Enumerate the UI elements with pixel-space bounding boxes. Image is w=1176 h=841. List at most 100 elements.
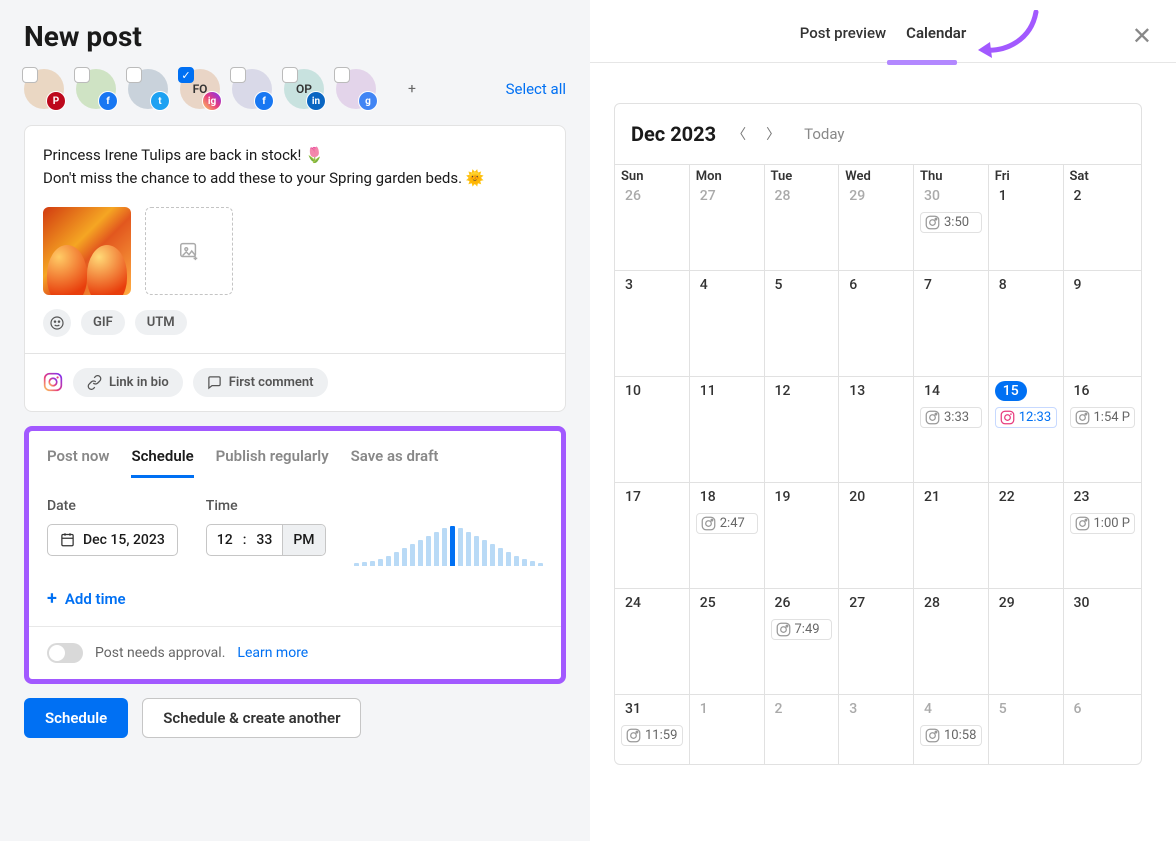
gif-chip[interactable]: GIF [81, 310, 125, 335]
calendar-cell[interactable]: 5 [765, 270, 840, 376]
calendar-cell[interactable]: 4 [690, 270, 765, 376]
calendar-cell[interactable]: 28 [914, 588, 989, 694]
calendar-cell[interactable]: 3 [839, 694, 914, 764]
tab-save-as-draft[interactable]: Save as draft [351, 447, 439, 478]
calendar-event[interactable]: 10:58 [920, 725, 982, 746]
calendar-event[interactable]: 11:59 [621, 725, 683, 746]
calendar-prev-button[interactable]: 〈 [728, 120, 750, 148]
chart-bar [370, 561, 375, 566]
calendar-cell[interactable]: 9 [1064, 270, 1142, 376]
calendar-cell[interactable]: 161:54 P [1064, 376, 1142, 482]
time-input[interactable]: 12 : 33 PM [206, 524, 326, 556]
calendar-cell[interactable]: Tue28 [765, 164, 840, 270]
schedule-button[interactable]: Schedule [24, 698, 128, 738]
calendar-cell[interactable]: 231:00 P [1064, 482, 1142, 588]
date-input[interactable]: Dec 15, 2023 [47, 524, 178, 556]
calendar-cell[interactable]: Sat2 [1064, 164, 1142, 270]
learn-more-link[interactable]: Learn more [237, 645, 308, 661]
account-checkbox[interactable] [22, 67, 38, 83]
utm-chip[interactable]: UTM [135, 310, 187, 335]
calendar-next-button[interactable]: 〉 [762, 120, 784, 148]
calendar-cell[interactable]: 20 [839, 482, 914, 588]
calendar-cell[interactable]: 12 [765, 376, 840, 482]
calendar-event[interactable]: 1:00 P [1070, 513, 1136, 534]
calendar-cell[interactable]: Sun26 [615, 164, 690, 270]
calendar-event[interactable]: 3:50 [920, 212, 982, 233]
tab-post-preview[interactable]: Post preview [800, 24, 886, 56]
add-account-button[interactable]: + [392, 69, 432, 109]
calendar-cell[interactable]: 27 [839, 588, 914, 694]
account-avatar[interactable]: FO✓ig [180, 69, 220, 109]
first-comment-button[interactable]: First comment [193, 368, 328, 397]
calendar-cell[interactable]: 29 [989, 588, 1064, 694]
account-checkbox[interactable]: ✓ [178, 67, 194, 83]
composer-text[interactable]: Princess Irene Tulips are back in stock!… [25, 126, 565, 207]
account-checkbox[interactable] [282, 67, 298, 83]
calendar-cell[interactable]: 5 [989, 694, 1064, 764]
calendar-cell[interactable]: 3111:59 [615, 694, 690, 764]
account-avatar[interactable]: g [336, 69, 376, 109]
calendar-cell[interactable]: 3 [615, 270, 690, 376]
calendar-cell[interactable]: 182:47 [690, 482, 765, 588]
calendar-event[interactable]: 2:47 [696, 513, 758, 534]
event-time: 7:49 [795, 622, 820, 637]
calendar-cell[interactable]: 21 [914, 482, 989, 588]
account-avatar[interactable]: f [232, 69, 272, 109]
calendar-cell[interactable]: 1512:33 [989, 376, 1064, 482]
account-avatar[interactable]: f [76, 69, 116, 109]
calendar-dow: Tue [771, 169, 833, 186]
time-ampm[interactable]: PM [282, 525, 324, 555]
approval-toggle[interactable] [47, 643, 83, 663]
calendar-cell[interactable]: Thu303:50 [914, 164, 989, 270]
add-media-button[interactable] [145, 207, 233, 295]
tab-calendar[interactable]: Calendar [906, 24, 966, 56]
add-time-button[interactable]: + Add time [47, 590, 126, 608]
calendar-cell[interactable]: 17 [615, 482, 690, 588]
calendar-event[interactable]: 3:33 [920, 407, 982, 428]
calendar-cell[interactable]: 10 [615, 376, 690, 482]
schedule-another-button[interactable]: Schedule & create another [142, 698, 361, 738]
calendar-cell[interactable]: 2 [765, 694, 840, 764]
time-hour[interactable]: 12 [207, 525, 243, 555]
calendar-cell[interactable]: 267:49 [765, 588, 840, 694]
select-all-link[interactable]: Select all [506, 80, 566, 98]
calendar-cell[interactable]: 410:58 [914, 694, 989, 764]
calendar-today-button[interactable]: Today [804, 125, 844, 143]
account-checkbox[interactable] [230, 67, 246, 83]
tab-schedule[interactable]: Schedule [131, 447, 193, 478]
calendar-cell[interactable]: Mon27 [690, 164, 765, 270]
calendar-cell[interactable]: 25 [690, 588, 765, 694]
calendar-cell[interactable]: 22 [989, 482, 1064, 588]
chart-bar [442, 528, 447, 566]
account-avatar[interactable]: OPin [284, 69, 324, 109]
calendar-cell[interactable]: 143:33 [914, 376, 989, 482]
calendar-cell[interactable]: 24 [615, 588, 690, 694]
account-checkbox[interactable] [334, 67, 350, 83]
account-avatar[interactable]: t [128, 69, 168, 109]
calendar-event[interactable]: 7:49 [771, 619, 833, 640]
tab-publish-regularly[interactable]: Publish regularly [216, 447, 329, 478]
link-in-bio-button[interactable]: Link in bio [73, 368, 183, 397]
gbp-badge-icon: g [358, 91, 378, 111]
calendar-cell[interactable]: Wed29 [839, 164, 914, 270]
account-checkbox[interactable] [126, 67, 142, 83]
calendar-cell[interactable]: 8 [989, 270, 1064, 376]
calendar-cell[interactable]: 1 [690, 694, 765, 764]
calendar-cell[interactable]: Fri1 [989, 164, 1064, 270]
calendar-cell[interactable]: 30 [1064, 588, 1142, 694]
calendar-cell[interactable]: 6 [1064, 694, 1142, 764]
tab-post-now[interactable]: Post now [47, 447, 109, 478]
calendar-cell[interactable]: 19 [765, 482, 840, 588]
media-thumbnail[interactable] [43, 207, 131, 295]
first-comment-label: First comment [229, 375, 314, 390]
calendar-event[interactable]: 12:33 [995, 407, 1057, 428]
account-avatar[interactable]: P [24, 69, 64, 109]
time-minute[interactable]: 33 [246, 525, 282, 555]
calendar-event[interactable]: 1:54 P [1070, 407, 1136, 428]
account-checkbox[interactable] [74, 67, 90, 83]
calendar-cell[interactable]: 13 [839, 376, 914, 482]
calendar-cell[interactable]: 6 [839, 270, 914, 376]
calendar-cell[interactable]: 7 [914, 270, 989, 376]
calendar-cell[interactable]: 11 [690, 376, 765, 482]
emoji-button[interactable] [43, 309, 71, 337]
